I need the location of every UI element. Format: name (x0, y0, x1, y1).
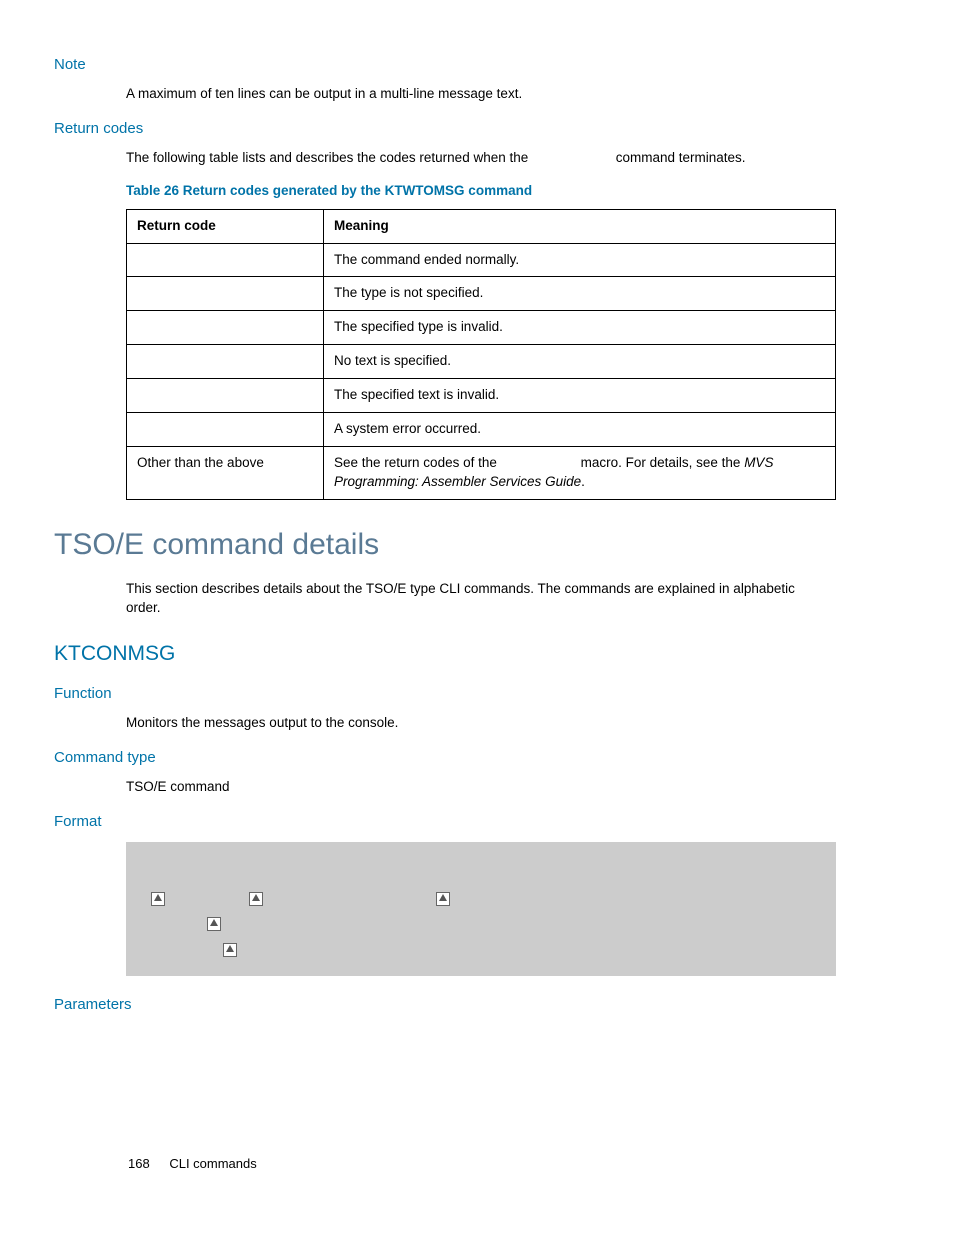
cell-meaning: The specified text is invalid. (324, 379, 836, 413)
note-heading: Note (54, 54, 829, 75)
tso-section-intro: This section describes details about the… (126, 580, 829, 618)
footer-section: CLI commands (169, 1156, 256, 1171)
cell-meaning: A system error occurred. (324, 413, 836, 447)
cell-return-code (127, 277, 324, 311)
format-heading: Format (54, 811, 829, 832)
parameters-heading: Parameters (54, 994, 829, 1015)
cell-meaning: The command ended normally. (324, 243, 836, 277)
cell-return-code (127, 243, 324, 277)
command-type-text: TSO/E command (126, 778, 829, 797)
table-caption: Table 26 Return codes generated by the K… (126, 182, 829, 201)
triangle-icon (151, 892, 165, 906)
return-codes-heading: Return codes (54, 118, 829, 139)
cell-return-code (127, 345, 324, 379)
cell-meaning: The type is not specified. (324, 277, 836, 311)
return-codes-table: Return code Meaning The command ended no… (126, 209, 836, 500)
cell-return-code (127, 311, 324, 345)
table-row: A system error occurred. (127, 413, 836, 447)
th-meaning: Meaning (324, 209, 836, 243)
triangle-icon (207, 917, 221, 931)
triangle-icon (223, 943, 237, 957)
ktconmsg-heading: KTCONMSG (54, 639, 829, 668)
table-row: The specified type is invalid. (127, 311, 836, 345)
cell-meaning: See the return codes of the macro. For d… (324, 446, 836, 499)
return-codes-intro: The following table lists and describes … (126, 149, 829, 168)
table-row: The specified text is invalid. (127, 379, 836, 413)
format-box (126, 842, 836, 977)
cell-meaning: The specified type is invalid. (324, 311, 836, 345)
cell-meaning: No text is specified. (324, 345, 836, 379)
tso-section-heading: TSO/E command details (54, 524, 829, 566)
cell-return-code: Other than the above (127, 446, 324, 499)
table-row: No text is specified. (127, 345, 836, 379)
triangle-icon (436, 892, 450, 906)
table-row: Other than the aboveSee the return codes… (127, 446, 836, 499)
function-heading: Function (54, 683, 829, 704)
table-row: The command ended normally. (127, 243, 836, 277)
cell-return-code (127, 379, 324, 413)
function-text: Monitors the messages output to the cons… (126, 714, 829, 733)
command-type-heading: Command type (54, 747, 829, 768)
note-text: A maximum of ten lines can be output in … (126, 85, 829, 104)
th-return-code: Return code (127, 209, 324, 243)
triangle-icon (249, 892, 263, 906)
page-footer: 168 CLI commands (128, 1155, 257, 1173)
table-row: The type is not specified. (127, 277, 836, 311)
cell-return-code (127, 413, 324, 447)
page-number: 168 (128, 1156, 150, 1171)
